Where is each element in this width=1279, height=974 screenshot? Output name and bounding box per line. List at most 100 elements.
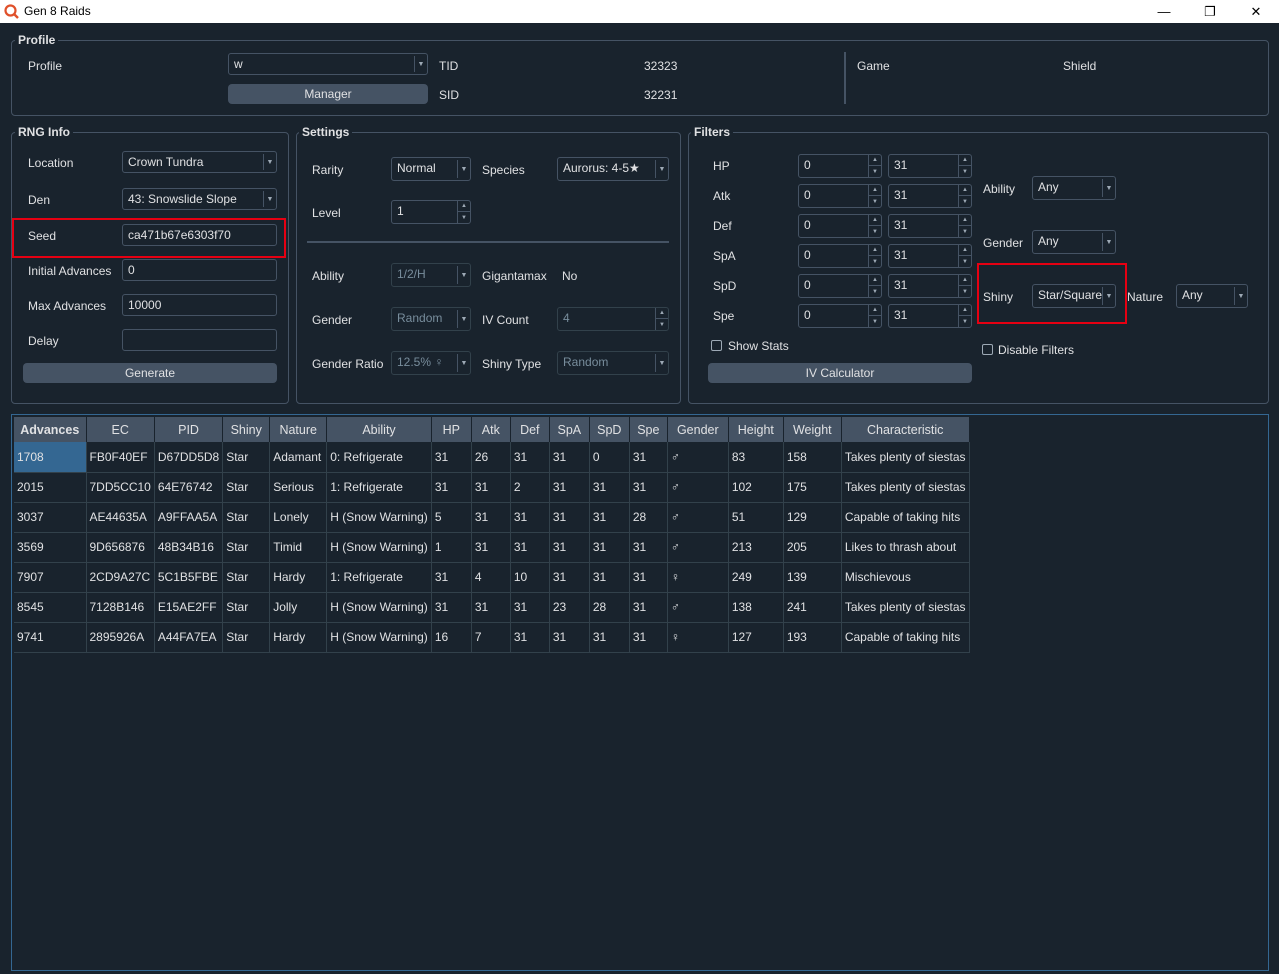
- table-cell[interactable]: Star: [222, 592, 271, 623]
- column-header[interactable]: Atk: [471, 417, 511, 442]
- column-header[interactable]: Weight: [783, 417, 842, 442]
- spin-up-icon[interactable]: ▲: [959, 185, 971, 196]
- table-cell[interactable]: 138: [728, 592, 784, 623]
- table-cell[interactable]: Star: [222, 562, 271, 593]
- table-cell[interactable]: 4: [471, 562, 511, 593]
- table-cell[interactable]: 7907: [14, 562, 87, 593]
- table-cell[interactable]: 31: [589, 532, 630, 563]
- table-cell[interactable]: 31: [629, 562, 668, 593]
- table-cell[interactable]: 51: [728, 502, 784, 533]
- table-cell[interactable]: 2015: [14, 472, 87, 503]
- column-header[interactable]: Def: [510, 417, 550, 442]
- spin-up-icon[interactable]: ▲: [869, 215, 881, 226]
- shiny-type-combo[interactable]: Random ▼: [557, 351, 669, 375]
- table-cell[interactable]: 0: [589, 442, 630, 473]
- table-row[interactable]: 8545 7128B146 E15AE2FF Star Jolly H (Snow War…: [14, 592, 970, 623]
- table-cell[interactable]: Star: [222, 622, 271, 653]
- table-cell[interactable]: Takes plenty of siestas: [841, 472, 970, 503]
- table-cell[interactable]: 31: [510, 502, 550, 533]
- column-header[interactable]: Gender: [667, 417, 729, 442]
- table-cell[interactable]: ♂: [667, 532, 729, 563]
- table-cell[interactable]: 31: [431, 442, 472, 473]
- stat-max-spa[interactable]: 31 ▲ ▼: [888, 244, 972, 268]
- stat-max-atk[interactable]: 31 ▲ ▼: [888, 184, 972, 208]
- spin-down-icon[interactable]: ▼: [959, 286, 971, 297]
- stat-min-atk[interactable]: 0 ▲ ▼: [798, 184, 882, 208]
- table-cell[interactable]: 129: [783, 502, 842, 533]
- show-stats-checkbox[interactable]: [711, 340, 722, 351]
- spin-up-icon[interactable]: ▲: [869, 245, 881, 256]
- stat-min-def[interactable]: 0 ▲ ▼: [798, 214, 882, 238]
- table-cell[interactable]: 249: [728, 562, 784, 593]
- table-cell[interactable]: ♂: [667, 472, 729, 503]
- spin-up-icon[interactable]: ▲: [869, 275, 881, 286]
- generate-button[interactable]: Generate: [23, 363, 277, 383]
- spin-down-icon[interactable]: ▼: [959, 226, 971, 237]
- column-header[interactable]: Advances: [14, 417, 87, 442]
- table-cell[interactable]: Capable of taking hits: [841, 502, 970, 533]
- table-cell[interactable]: Timid: [269, 532, 328, 563]
- table-cell[interactable]: 2CD9A27C: [86, 562, 155, 593]
- spin-up-icon[interactable]: ▲: [869, 155, 881, 166]
- column-header[interactable]: SpD: [589, 417, 630, 442]
- table-cell[interactable]: 102: [728, 472, 784, 503]
- stat-max-def[interactable]: 31 ▲ ▼: [888, 214, 972, 238]
- ability-filter-combo[interactable]: Any ▼: [1032, 176, 1116, 200]
- table-cell[interactable]: 7128B146: [86, 592, 155, 623]
- den-combo[interactable]: 43: Snowslide Slope ▼: [122, 188, 277, 210]
- column-header[interactable]: HP: [431, 417, 472, 442]
- spin-down-icon[interactable]: ▼: [869, 316, 881, 327]
- table-cell[interactable]: 28: [629, 502, 668, 533]
- table-cell[interactable]: A44FA7EA: [154, 622, 224, 653]
- table-cell[interactable]: H (Snow Warning): [326, 502, 432, 533]
- table-cell[interactable]: D67DD5D8: [154, 442, 224, 473]
- table-cell[interactable]: ♀: [667, 622, 729, 653]
- maximize-button[interactable]: ❐: [1187, 0, 1233, 23]
- table-row[interactable]: 3037 AE44635A A9FFAA5A Star Lonely H (Snow Wa…: [14, 502, 970, 533]
- table-cell[interactable]: 3037: [14, 502, 87, 533]
- column-header[interactable]: Nature: [269, 417, 328, 442]
- stat-max-spe[interactable]: 31 ▲ ▼: [888, 304, 972, 328]
- table-cell[interactable]: 1: [431, 532, 472, 563]
- table-cell[interactable]: AE44635A: [86, 502, 155, 533]
- table-cell[interactable]: 48B34B16: [154, 532, 224, 563]
- table-cell[interactable]: Star: [222, 502, 271, 533]
- table-cell[interactable]: Hardy: [269, 562, 328, 593]
- profile-combo[interactable]: w ▼: [228, 53, 428, 75]
- table-cell[interactable]: 31: [471, 532, 511, 563]
- spin-down-icon[interactable]: ▼: [869, 226, 881, 237]
- table-cell[interactable]: Takes plenty of siestas: [841, 592, 970, 623]
- table-cell[interactable]: 158: [783, 442, 842, 473]
- table-cell[interactable]: Capable of taking hits: [841, 622, 970, 653]
- column-header[interactable]: EC: [86, 417, 155, 442]
- stat-max-hp[interactable]: 31 ▲ ▼: [888, 154, 972, 178]
- table-cell[interactable]: 31: [589, 502, 630, 533]
- gender-ratio-combo[interactable]: 12.5% ♀ ▼: [391, 351, 471, 375]
- table-cell[interactable]: 31: [431, 472, 472, 503]
- table-cell[interactable]: 31: [549, 622, 590, 653]
- table-cell[interactable]: 31: [629, 442, 668, 473]
- table-cell[interactable]: Likes to thrash about: [841, 532, 970, 563]
- stat-min-hp[interactable]: 0 ▲ ▼: [798, 154, 882, 178]
- table-cell[interactable]: Jolly: [269, 592, 328, 623]
- table-cell[interactable]: 31: [549, 562, 590, 593]
- table-cell[interactable]: 31: [431, 562, 472, 593]
- table-cell[interactable]: 31: [471, 502, 511, 533]
- table-cell[interactable]: 31: [589, 562, 630, 593]
- spin-down-icon[interactable]: ▼: [959, 166, 971, 177]
- column-header[interactable]: SpA: [549, 417, 590, 442]
- table-cell[interactable]: 31: [629, 472, 668, 503]
- initial-advances-input[interactable]: 0: [122, 259, 277, 281]
- table-cell[interactable]: 127: [728, 622, 784, 653]
- table-row[interactable]: 2015 7DD5CC10 64E76742 Star Serious 1: Refrig…: [14, 472, 970, 503]
- table-cell[interactable]: Hardy: [269, 622, 328, 653]
- stat-min-spe[interactable]: 0 ▲ ▼: [798, 304, 882, 328]
- ivcount-spinbox[interactable]: 4 ▲ ▼: [557, 307, 669, 331]
- level-spinbox[interactable]: 1 ▲ ▼: [391, 200, 471, 224]
- manager-button[interactable]: Manager: [228, 84, 428, 104]
- stat-min-spd[interactable]: 0 ▲ ▼: [798, 274, 882, 298]
- spin-down-icon[interactable]: ▼: [656, 319, 668, 330]
- table-cell[interactable]: 31: [431, 592, 472, 623]
- table-cell[interactable]: 31: [510, 592, 550, 623]
- spin-up-icon[interactable]: ▲: [959, 245, 971, 256]
